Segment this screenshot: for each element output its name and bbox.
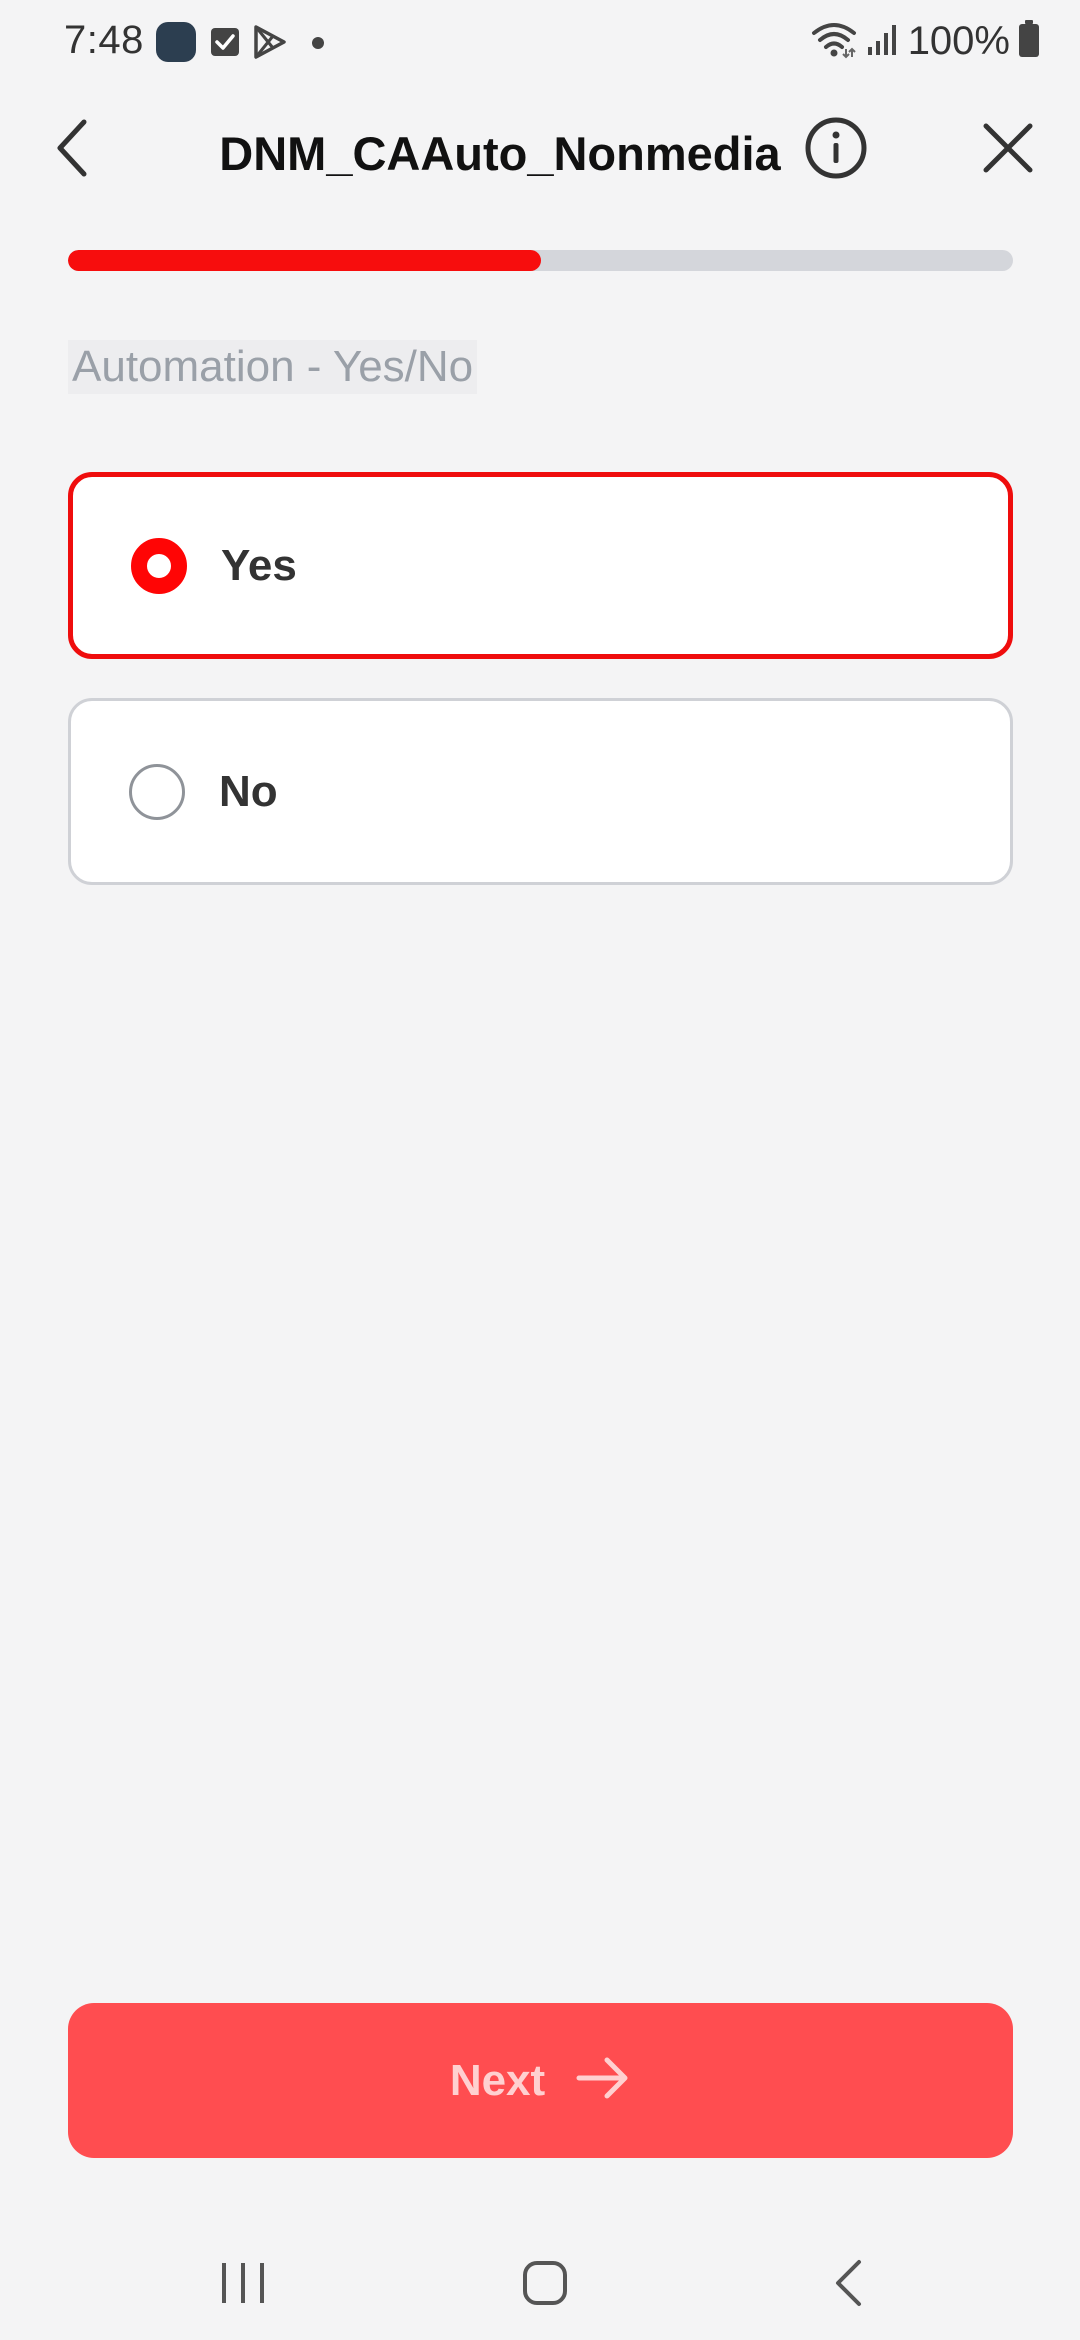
page-title: DNM_CAAuto_Nonmedia <box>219 127 781 180</box>
option-label: No <box>219 766 278 816</box>
radio-selected-icon[interactable] <box>131 537 187 594</box>
info-icon <box>805 117 867 184</box>
chevron-left-icon <box>52 118 92 183</box>
next-button-label: Next <box>449 2055 546 2105</box>
info-button[interactable] <box>800 114 872 186</box>
recents-icon <box>220 2261 266 2310</box>
recents-button[interactable] <box>203 2250 283 2320</box>
arrow-right-icon <box>575 2056 631 2105</box>
signal-icon <box>866 21 900 62</box>
next-button[interactable]: Next <box>68 2003 1013 2158</box>
back-button[interactable] <box>40 114 104 186</box>
app-header: DNM_CAAuto_Nonmedia <box>0 100 1080 200</box>
system-back-button[interactable] <box>808 2250 888 2320</box>
system-nav-bar <box>0 2230 1080 2340</box>
option-yes[interactable]: Yes <box>68 472 1013 659</box>
progress-fill <box>68 250 541 271</box>
app-notification-icon <box>156 22 196 62</box>
status-time: 7:48 <box>64 18 144 62</box>
close-button[interactable] <box>972 114 1044 186</box>
radio-unselected-icon[interactable] <box>129 763 185 820</box>
play-store-icon <box>252 22 288 62</box>
home-icon <box>522 2260 568 2311</box>
home-button[interactable] <box>505 2250 585 2320</box>
wifi-icon <box>810 19 858 64</box>
status-bar: 7:48 100% <box>0 0 1080 86</box>
question-label: Automation - Yes/No <box>68 340 478 394</box>
battery-icon <box>1018 19 1040 63</box>
progress-bar <box>68 250 1013 271</box>
more-notifications-dot <box>312 37 324 49</box>
option-label: Yes <box>221 540 297 590</box>
close-icon <box>982 122 1034 179</box>
option-no[interactable]: No <box>68 698 1013 885</box>
checkbox-notification-icon <box>210 22 240 62</box>
back-icon <box>833 2259 863 2312</box>
battery-percentage: 100% <box>907 18 1010 63</box>
